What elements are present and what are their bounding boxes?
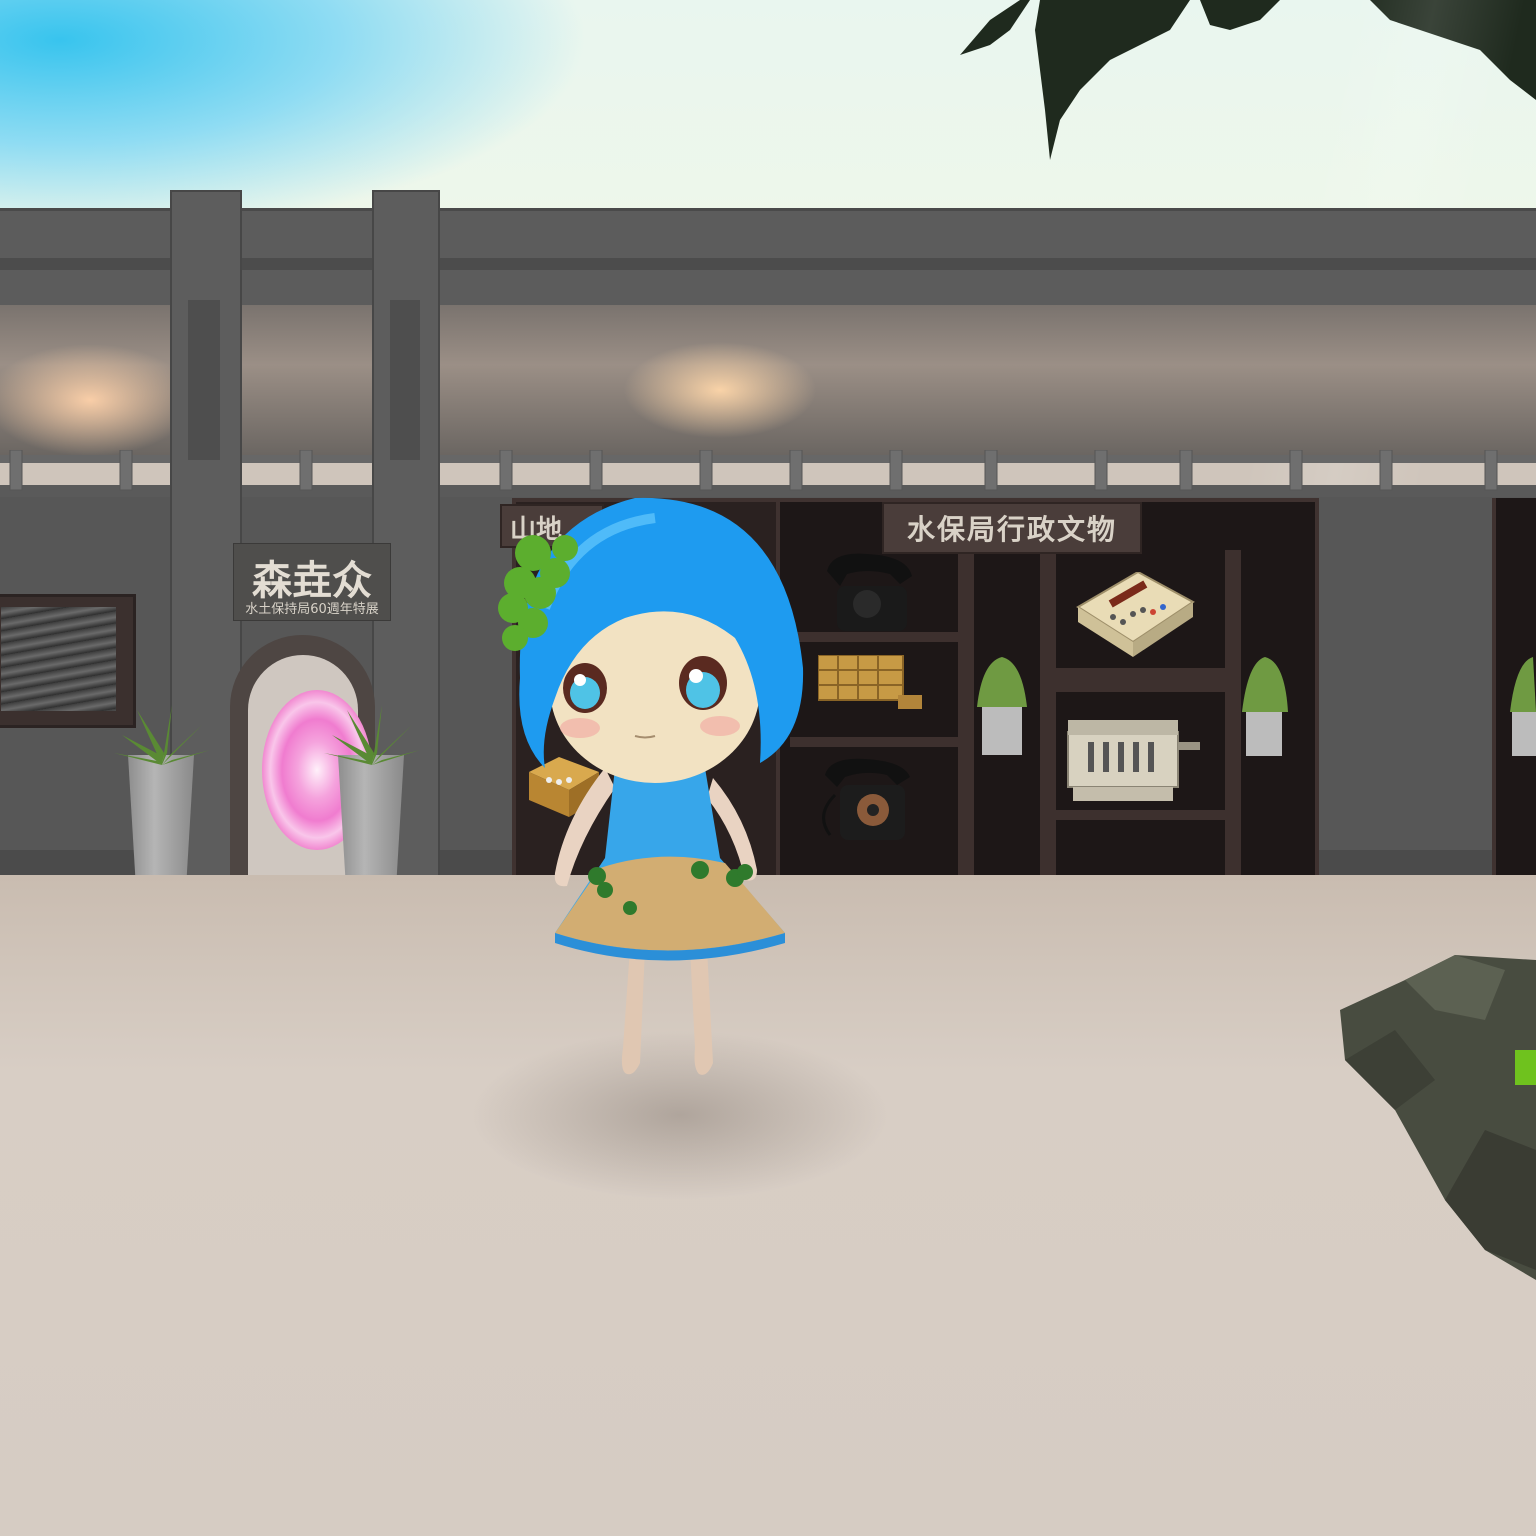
cabinet-shelf-3 (1056, 668, 1226, 692)
rotary-telephone-icon[interactable] (815, 755, 915, 845)
wall-photo (1, 607, 116, 711)
cabinet-divider-2 (1040, 550, 1056, 876)
abacus-icon[interactable] (818, 655, 923, 715)
planter-left (128, 755, 194, 887)
cabinet-shelf-4 (1056, 810, 1226, 820)
cabinet-divider-3 (1225, 550, 1241, 876)
shelf-plant-2 (1242, 657, 1288, 756)
gallery-sign: 森垚众 水土保持局60週年特展 (233, 543, 391, 621)
game-viewport: 森垚众 水土保持局60週年特展 山地 水保局行政文物 (0, 0, 1536, 1536)
rock-boulder (1340, 955, 1536, 1280)
plant-left (114, 705, 210, 765)
rotary-telephone-black-icon[interactable] (812, 546, 922, 636)
gallery-sign-subtitle: 水土保持局60週年特展 (245, 602, 379, 617)
calculator-icon[interactable] (1068, 572, 1196, 662)
ceiling-light-center (600, 320, 860, 470)
planter-right (338, 755, 404, 887)
character-right-leg (690, 948, 713, 1075)
exhibit-sign-text: 水保局行政文物 (906, 513, 1117, 546)
player-character[interactable] (485, 488, 815, 1083)
pillar-left-shaft (188, 300, 220, 460)
pillar-right-shaft (390, 300, 420, 460)
shelf-plant-3 (1510, 657, 1536, 756)
mechanical-calculator-icon[interactable] (1058, 712, 1203, 807)
character-left-leg (621, 948, 645, 1075)
cabinet-shelf-2 (790, 737, 960, 747)
shelf-plant-1 (977, 657, 1027, 755)
plant-right (324, 705, 420, 765)
